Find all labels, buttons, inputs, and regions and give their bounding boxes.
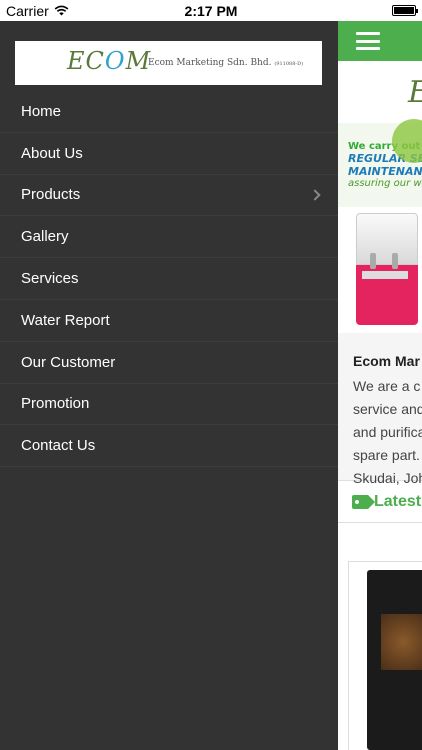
status-bar: Carrier 2:17 PM [0, 0, 422, 21]
menu-item-label: Services [21, 270, 79, 288]
product-image [338, 207, 422, 333]
about-line: Skudai, Joh [353, 470, 422, 486]
menu-item-label: Contact Us [21, 437, 96, 455]
logo-mark: ECOM [67, 47, 152, 75]
menu-item-our-customer[interactable]: Our Customer [0, 342, 338, 384]
battery-fill [394, 7, 414, 14]
about-line: spare part. [353, 447, 420, 463]
main-content: E We carry out REGULAR SE MAINTENANC ass… [338, 21, 422, 750]
coffee-machine-image [367, 570, 422, 750]
water-dispenser-image [356, 213, 418, 325]
status-time: 2:17 PM [184, 2, 238, 19]
about-line: We are a c [353, 378, 421, 394]
menu-item-water-report[interactable]: Water Report [0, 300, 338, 342]
battery-icon [392, 5, 418, 16]
tag-icon [352, 494, 375, 509]
menu-item-products[interactable]: Products [0, 175, 338, 217]
side-drawer: ECOM Ecom Marketing Sdn. Bhd. (911088-D)… [0, 21, 338, 750]
menu-item-label: Home [21, 102, 62, 120]
logo-company-name: Ecom Marketing Sdn. Bhd. (911088-D) [148, 58, 304, 68]
nav-menu: Home About Us Products Gallery Services … [0, 91, 338, 468]
top-bar [338, 21, 422, 61]
menu-item-label: Gallery [21, 228, 69, 246]
menu-item-about-us[interactable]: About Us [0, 133, 338, 175]
menu-item-label: Promotion [21, 395, 90, 413]
drawer-logo[interactable]: ECOM Ecom Marketing Sdn. Bhd. (911088-D) [15, 41, 322, 85]
promo-banner[interactable]: We carry out REGULAR SE MAINTENANC assur… [338, 119, 422, 207]
about-line: service and [353, 401, 422, 417]
menu-item-promotion[interactable]: Promotion [0, 384, 338, 426]
menu-item-label: Water Report [21, 311, 110, 329]
menu-item-home[interactable]: Home [0, 91, 338, 133]
promo-line-3: MAINTENANC [348, 165, 422, 178]
menu-item-label: About Us [21, 144, 83, 162]
main-logo: E [338, 61, 422, 123]
about-title: Ecom Mar [353, 353, 420, 369]
promo-line-4: assuring our w [348, 178, 422, 189]
menu-item-label: Products [21, 186, 81, 204]
latest-label: Latest [374, 492, 422, 510]
menu-item-services[interactable]: Services [0, 258, 338, 300]
menu-item-contact-us[interactable]: Contact Us [0, 425, 338, 468]
menu-item-gallery[interactable]: Gallery [0, 216, 338, 259]
about-line: and purifica [353, 424, 422, 440]
menu-item-label: Our Customer [21, 353, 116, 371]
latest-product-card[interactable] [348, 561, 422, 750]
chevron-right-icon [309, 189, 321, 201]
hamburger-icon[interactable] [356, 32, 380, 50]
about-section: Ecom Mar We are a c service and and puri… [338, 333, 422, 486]
main-logo-letter: E [408, 75, 422, 110]
